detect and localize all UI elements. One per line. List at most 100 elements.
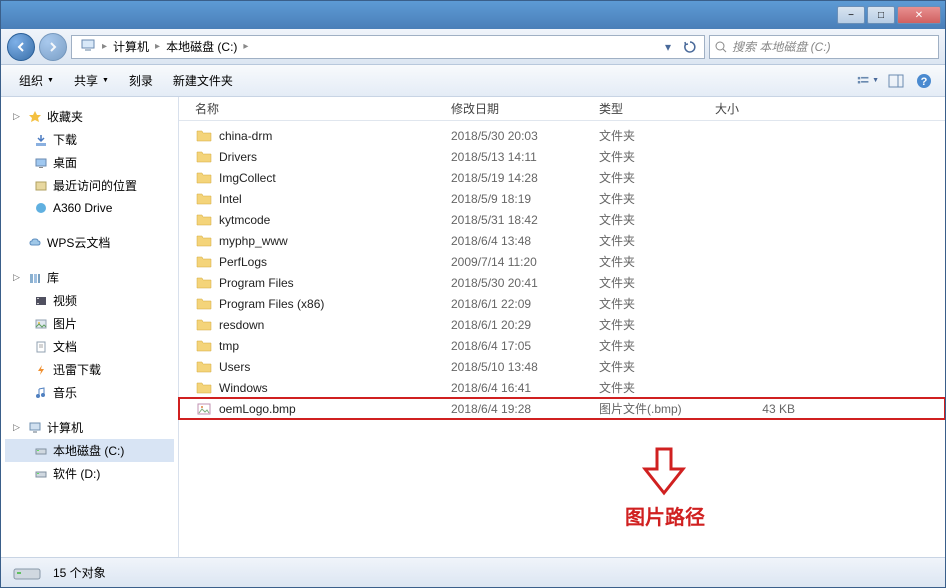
- file-row[interactable]: PerfLogs2009/7/14 11:20文件夹: [179, 251, 945, 272]
- file-row[interactable]: Program Files (x86)2018/6/1 22:09文件夹: [179, 293, 945, 314]
- computer-icon: [27, 420, 43, 436]
- col-type[interactable]: 类型: [599, 100, 715, 117]
- file-row[interactable]: oemLogo.bmp2018/6/4 19:28图片文件(.bmp)43 KB: [179, 398, 945, 419]
- folder-icon: [195, 296, 213, 312]
- file-row[interactable]: china-drm2018/5/30 20:03文件夹: [179, 125, 945, 146]
- file-date: 2018/5/30 20:41: [451, 276, 599, 290]
- tree-drive-d[interactable]: 软件 (D:): [5, 462, 174, 485]
- tree-recent[interactable]: 最近访问的位置: [5, 174, 174, 197]
- tree-videos[interactable]: 视频: [5, 289, 174, 312]
- file-row[interactable]: Intel2018/5/9 18:19文件夹: [179, 188, 945, 209]
- tree-library[interactable]: ▷库: [5, 266, 174, 289]
- file-name: Intel: [219, 192, 451, 206]
- file-row[interactable]: tmp2018/6/4 17:05文件夹: [179, 335, 945, 356]
- file-row[interactable]: kytmcode2018/5/31 18:42文件夹: [179, 209, 945, 230]
- refresh-button[interactable]: [680, 37, 700, 57]
- file-date: 2018/6/4 19:28: [451, 402, 599, 416]
- col-date[interactable]: 修改日期: [451, 100, 599, 117]
- folder-icon: [195, 212, 213, 228]
- file-type: 图片文件(.bmp): [599, 400, 715, 417]
- breadcrumb-item[interactable]: 本地磁盘 (C:): [162, 38, 241, 55]
- file-name: china-drm: [219, 129, 451, 143]
- folder-icon: [195, 149, 213, 165]
- history-dropdown[interactable]: ▾: [658, 37, 678, 57]
- col-size[interactable]: 大小: [715, 100, 795, 117]
- recent-icon: [33, 178, 49, 194]
- folder-icon: [195, 275, 213, 291]
- breadcrumb-computer-icon[interactable]: [76, 38, 100, 55]
- tree-desktop[interactable]: 桌面: [5, 151, 174, 174]
- file-name: PerfLogs: [219, 255, 451, 269]
- tree-pictures[interactable]: 图片: [5, 312, 174, 335]
- folder-icon: [195, 359, 213, 375]
- file-type: 文件夹: [599, 169, 715, 186]
- column-headers[interactable]: 名称 修改日期 类型 大小: [179, 97, 945, 121]
- tree-music[interactable]: 音乐: [5, 381, 174, 404]
- tree-computer[interactable]: ▷计算机: [5, 416, 174, 439]
- col-name[interactable]: 名称: [195, 100, 451, 117]
- breadcrumb[interactable]: ▸ 计算机 ▸ 本地磁盘 (C:) ▸ ▾: [71, 35, 705, 59]
- file-type: 文件夹: [599, 316, 715, 333]
- file-date: 2018/5/13 14:11: [451, 150, 599, 164]
- annotation-arrow-icon: [639, 447, 689, 500]
- folder-icon: [195, 380, 213, 396]
- a360-icon: [33, 200, 49, 216]
- file-date: 2018/5/30 20:03: [451, 129, 599, 143]
- file-name: oemLogo.bmp: [219, 402, 451, 416]
- file-row[interactable]: Drivers2018/5/13 14:11文件夹: [179, 146, 945, 167]
- tree-wps[interactable]: WPS云文档: [5, 231, 174, 254]
- breadcrumb-item[interactable]: 计算机: [109, 38, 153, 55]
- file-name: Program Files (x86): [219, 297, 451, 311]
- tree-downloads[interactable]: 下载: [5, 128, 174, 151]
- file-date: 2018/5/9 18:19: [451, 192, 599, 206]
- file-type: 文件夹: [599, 295, 715, 312]
- tree-drive-c[interactable]: 本地磁盘 (C:): [5, 439, 174, 462]
- music-icon: [33, 385, 49, 401]
- file-type: 文件夹: [599, 253, 715, 270]
- navigation-pane[interactable]: ▷收藏夹 下载 桌面 最近访问的位置 A360 Drive WPS云文档 ▷库 …: [1, 97, 179, 557]
- file-type: 文件夹: [599, 211, 715, 228]
- maximize-button[interactable]: □: [867, 6, 895, 24]
- drive-icon: [33, 443, 49, 459]
- tree-favorites[interactable]: ▷收藏夹: [5, 105, 174, 128]
- file-row[interactable]: Program Files2018/5/30 20:41文件夹: [179, 272, 945, 293]
- close-button[interactable]: ✕: [897, 6, 941, 24]
- newfolder-button[interactable]: 新建文件夹: [165, 68, 241, 93]
- tree-documents[interactable]: 文档: [5, 335, 174, 358]
- organize-menu[interactable]: 组织▼: [11, 68, 62, 93]
- forward-button[interactable]: [39, 33, 67, 61]
- file-row[interactable]: Windows2018/6/4 16:41文件夹: [179, 377, 945, 398]
- download-icon: [33, 132, 49, 148]
- folder-icon: [195, 191, 213, 207]
- share-menu[interactable]: 共享▼: [66, 68, 117, 93]
- file-row[interactable]: Users2018/5/10 13:48文件夹: [179, 356, 945, 377]
- file-list[interactable]: china-drm2018/5/30 20:03文件夹Drivers2018/5…: [179, 121, 945, 557]
- preview-pane-button[interactable]: [885, 70, 907, 92]
- minimize-button[interactable]: −: [837, 6, 865, 24]
- file-size: 43 KB: [715, 402, 795, 416]
- cloud-icon: [27, 235, 43, 251]
- folder-icon: [195, 254, 213, 270]
- file-date: 2018/6/4 16:41: [451, 381, 599, 395]
- view-options-button[interactable]: ▼: [857, 70, 879, 92]
- help-button[interactable]: ?: [913, 70, 935, 92]
- explorer-window: − □ ✕ ▸ 计算机 ▸ 本地磁盘 (C:) ▸ ▾: [0, 0, 946, 588]
- file-date: 2018/5/31 18:42: [451, 213, 599, 227]
- file-type: 文件夹: [599, 232, 715, 249]
- drive-status-icon: [11, 561, 43, 585]
- tree-thunder[interactable]: 迅雷下载: [5, 358, 174, 381]
- back-button[interactable]: [7, 33, 35, 61]
- file-row[interactable]: resdown2018/6/1 20:29文件夹: [179, 314, 945, 335]
- search-input[interactable]: 搜索 本地磁盘 (C:): [709, 35, 939, 59]
- file-type: 文件夹: [599, 148, 715, 165]
- file-row[interactable]: ImgCollect2018/5/19 14:28文件夹: [179, 167, 945, 188]
- star-icon: [27, 109, 43, 125]
- tree-a360[interactable]: A360 Drive: [5, 197, 174, 219]
- file-type: 文件夹: [599, 379, 715, 396]
- file-name: resdown: [219, 318, 451, 332]
- file-date: 2018/6/4 13:48: [451, 234, 599, 248]
- file-row[interactable]: myphp_www2018/6/4 13:48文件夹: [179, 230, 945, 251]
- file-name: ImgCollect: [219, 171, 451, 185]
- file-name: Program Files: [219, 276, 451, 290]
- burn-button[interactable]: 刻录: [121, 68, 161, 93]
